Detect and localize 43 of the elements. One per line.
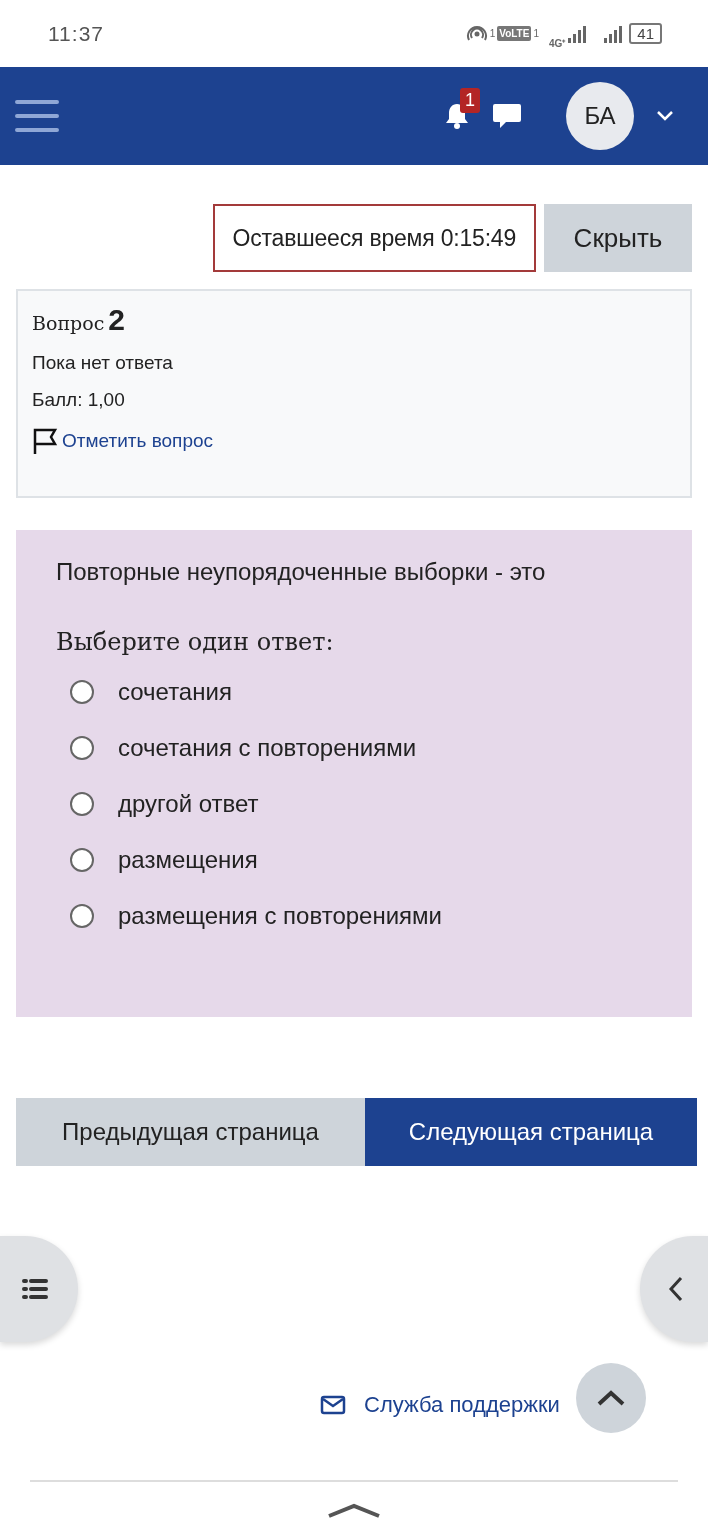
option-label[interactable]: другой ответ <box>118 790 259 818</box>
option-label[interactable]: сочетания <box>118 678 232 706</box>
radio-button[interactable] <box>70 736 94 760</box>
notification-badge: 1 <box>460 88 480 113</box>
question-text: Повторные неупорядоченные выборки - это <box>56 558 547 586</box>
status-time: 11:37 <box>48 21 104 46</box>
chat-icon[interactable] <box>492 102 522 130</box>
menu-icon[interactable] <box>15 99 59 133</box>
chevron-up-icon <box>596 1389 626 1407</box>
option-label[interactable]: размещения <box>118 846 258 874</box>
user-avatar[interactable]: БА <box>566 82 634 150</box>
signal-icon <box>567 24 588 43</box>
mail-icon <box>320 1395 346 1415</box>
question-label: Вопрос <box>32 312 105 334</box>
next-page-button[interactable]: Следующая страница <box>365 1098 697 1166</box>
network-type: 4G⁺ <box>548 36 566 50</box>
drawer-toggle-button[interactable] <box>640 1236 708 1342</box>
radio-button[interactable] <box>70 904 94 928</box>
question-number: 2 <box>108 303 125 337</box>
hide-button[interactable]: Скрыть <box>544 204 692 272</box>
answer-status: Пока нет ответа <box>32 352 174 374</box>
option-label[interactable]: размещения с повторениями <box>118 902 442 930</box>
chevron-left-icon <box>668 1276 684 1302</box>
question-list-button[interactable] <box>0 1236 78 1342</box>
radio-button[interactable] <box>70 792 94 816</box>
radio-button[interactable] <box>70 680 94 704</box>
sim-number: 1 <box>533 28 539 39</box>
signal-icon <box>603 24 624 43</box>
timer-box: Оставшееся время 0:15:49 <box>212 204 536 272</box>
flag-question-link[interactable]: Отметить вопрос <box>62 430 214 452</box>
hotspot-count: 1 <box>489 28 496 39</box>
battery-icon: 41 <box>629 23 662 44</box>
answer-prompt: Выберите один ответ: <box>56 628 335 656</box>
flag-icon[interactable] <box>32 427 58 455</box>
volte-badge: VoLTE <box>497 26 532 41</box>
score-text: Балл: 1,00 <box>32 389 126 411</box>
chevron-down-icon[interactable] <box>656 110 674 122</box>
radio-button[interactable] <box>70 848 94 872</box>
list-icon <box>22 1278 48 1300</box>
previous-page-button[interactable]: Предыдущая страница <box>16 1098 365 1166</box>
chevron-up-icon[interactable] <box>327 1502 381 1518</box>
support-link[interactable]: Служба поддержки <box>364 1392 560 1418</box>
option-label[interactable]: сочетания с повторениями <box>118 734 417 762</box>
